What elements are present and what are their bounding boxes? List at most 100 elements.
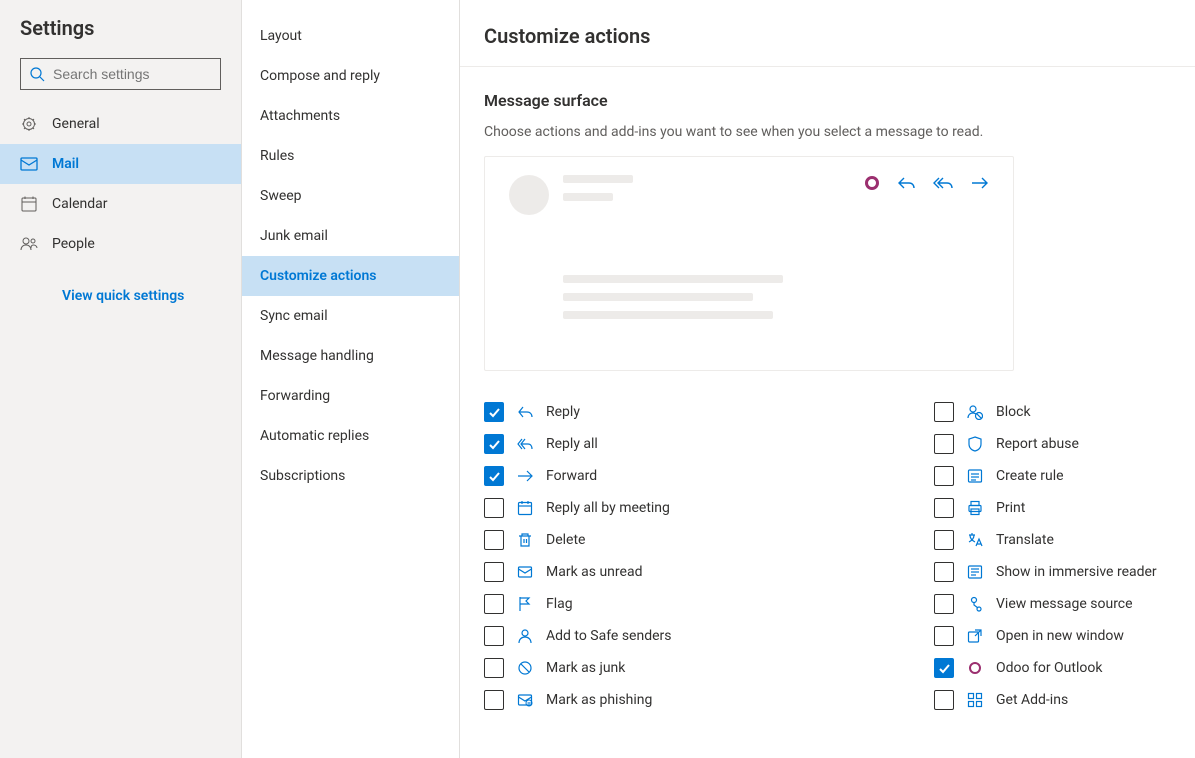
reader-icon — [966, 564, 984, 580]
action-label: Report abuse — [996, 436, 1079, 452]
action-label: Show in immersive reader — [996, 564, 1157, 580]
checkbox-report[interactable] — [934, 434, 954, 454]
checkbox-translate[interactable] — [934, 530, 954, 550]
avatar-placeholder — [509, 175, 549, 215]
checkbox-immersive[interactable] — [934, 562, 954, 582]
checkbox-forward[interactable] — [484, 466, 504, 486]
calendar-icon — [516, 500, 534, 516]
view-quick-settings-link[interactable]: View quick settings — [0, 264, 241, 304]
category-mail[interactable]: Mail — [0, 144, 241, 184]
action-row-delete: Delete — [484, 529, 934, 551]
action-row-odoo: Odoo for Outlook — [934, 657, 1157, 679]
search-settings-box[interactable] — [20, 58, 221, 90]
subnav-item[interactable]: Sweep — [242, 176, 459, 216]
action-row-block: Block — [934, 401, 1157, 423]
checkbox-reply[interactable] — [484, 402, 504, 422]
category-label: Calendar — [52, 196, 108, 212]
checkbox-print[interactable] — [934, 498, 954, 518]
subnav-item[interactable]: Rules — [242, 136, 459, 176]
person-icon — [516, 628, 534, 644]
forward-icon — [516, 468, 534, 484]
section-title: Message surface — [484, 91, 1195, 110]
reply-all-preview-icon — [933, 175, 953, 191]
action-label: Add to Safe senders — [546, 628, 672, 644]
flag-icon — [516, 596, 534, 612]
message-preview — [484, 156, 1014, 371]
subnav-item[interactable]: Sync email — [242, 296, 459, 336]
page-title: Customize actions — [484, 24, 1195, 48]
action-row-phishing: Mark as phishing — [484, 689, 934, 711]
action-label: Print — [996, 500, 1025, 516]
category-label: People — [52, 236, 95, 252]
checkbox-reply-meeting[interactable] — [484, 498, 504, 518]
source-icon — [966, 596, 984, 612]
action-label: Block — [996, 404, 1031, 420]
apps-icon — [966, 692, 984, 708]
subnav-item[interactable]: Message handling — [242, 336, 459, 376]
action-label: View message source — [996, 596, 1133, 612]
odoo-icon — [966, 662, 984, 674]
forward-preview-icon — [971, 175, 989, 191]
shield-icon — [966, 436, 984, 452]
action-label: Odoo for Outlook — [996, 660, 1102, 676]
action-row-rule: Create rule — [934, 465, 1157, 487]
search-settings-input[interactable] — [51, 65, 236, 83]
category-label: General — [52, 116, 100, 132]
action-label: Create rule — [996, 468, 1064, 484]
section-description: Choose actions and add-ins you want to s… — [484, 124, 1195, 140]
action-label: Forward — [546, 468, 597, 484]
action-row-addins: Get Add-ins — [934, 689, 1157, 711]
action-label: Mark as unread — [546, 564, 642, 580]
reply-all-icon — [516, 436, 534, 452]
subnav-item[interactable]: Compose and reply — [242, 56, 459, 96]
action-row-newwin: Open in new window — [934, 625, 1157, 647]
category-general[interactable]: General — [0, 104, 241, 144]
action-label: Flag — [546, 596, 573, 612]
checkbox-reply-all[interactable] — [484, 434, 504, 454]
action-label: Mark as junk — [546, 660, 625, 676]
subnav-item[interactable]: Subscriptions — [242, 456, 459, 496]
print-icon — [966, 500, 984, 516]
action-label: Reply all by meeting — [546, 500, 670, 516]
checkbox-newwin[interactable] — [934, 626, 954, 646]
checkbox-flag[interactable] — [484, 594, 504, 614]
newwin-icon — [966, 628, 984, 644]
action-label: Get Add-ins — [996, 692, 1068, 708]
gear-icon — [20, 116, 38, 132]
divider — [460, 66, 1195, 67]
subnav-item[interactable]: Automatic replies — [242, 416, 459, 456]
action-row-print: Print — [934, 497, 1157, 519]
checkbox-block[interactable] — [934, 402, 954, 422]
checkbox-odoo[interactable] — [934, 658, 954, 678]
envelope-icon — [516, 564, 534, 580]
checkbox-rule[interactable] — [934, 466, 954, 486]
action-row-safe: Add to Safe senders — [484, 625, 934, 647]
checkbox-phishing[interactable] — [484, 690, 504, 710]
action-row-reply-meeting: Reply all by meeting — [484, 497, 934, 519]
subnav-item[interactable]: Junk email — [242, 216, 459, 256]
action-row-flag: Flag — [484, 593, 934, 615]
settings-title: Settings — [20, 16, 241, 40]
checkbox-addins[interactable] — [934, 690, 954, 710]
checkbox-unread[interactable] — [484, 562, 504, 582]
phishing-icon — [516, 692, 534, 708]
subnav-item[interactable]: Customize actions — [242, 256, 459, 296]
checkbox-junk[interactable] — [484, 658, 504, 678]
reply-icon — [516, 404, 534, 420]
checkbox-delete[interactable] — [484, 530, 504, 550]
category-people[interactable]: People — [0, 224, 241, 264]
checkbox-safe[interactable] — [484, 626, 504, 646]
action-columns: ReplyReply allForwardReply all by meetin… — [484, 401, 1195, 711]
subnav-item[interactable]: Layout — [242, 16, 459, 56]
calendar-icon — [20, 196, 38, 212]
junk-icon — [516, 660, 534, 676]
subnav-item[interactable]: Attachments — [242, 96, 459, 136]
action-label: Reply all — [546, 436, 598, 452]
trash-icon — [516, 532, 534, 548]
action-label: Translate — [996, 532, 1054, 548]
action-row-forward: Forward — [484, 465, 934, 487]
checkbox-source[interactable] — [934, 594, 954, 614]
subnav-item[interactable]: Forwarding — [242, 376, 459, 416]
category-calendar[interactable]: Calendar — [0, 184, 241, 224]
search-icon — [29, 66, 45, 82]
